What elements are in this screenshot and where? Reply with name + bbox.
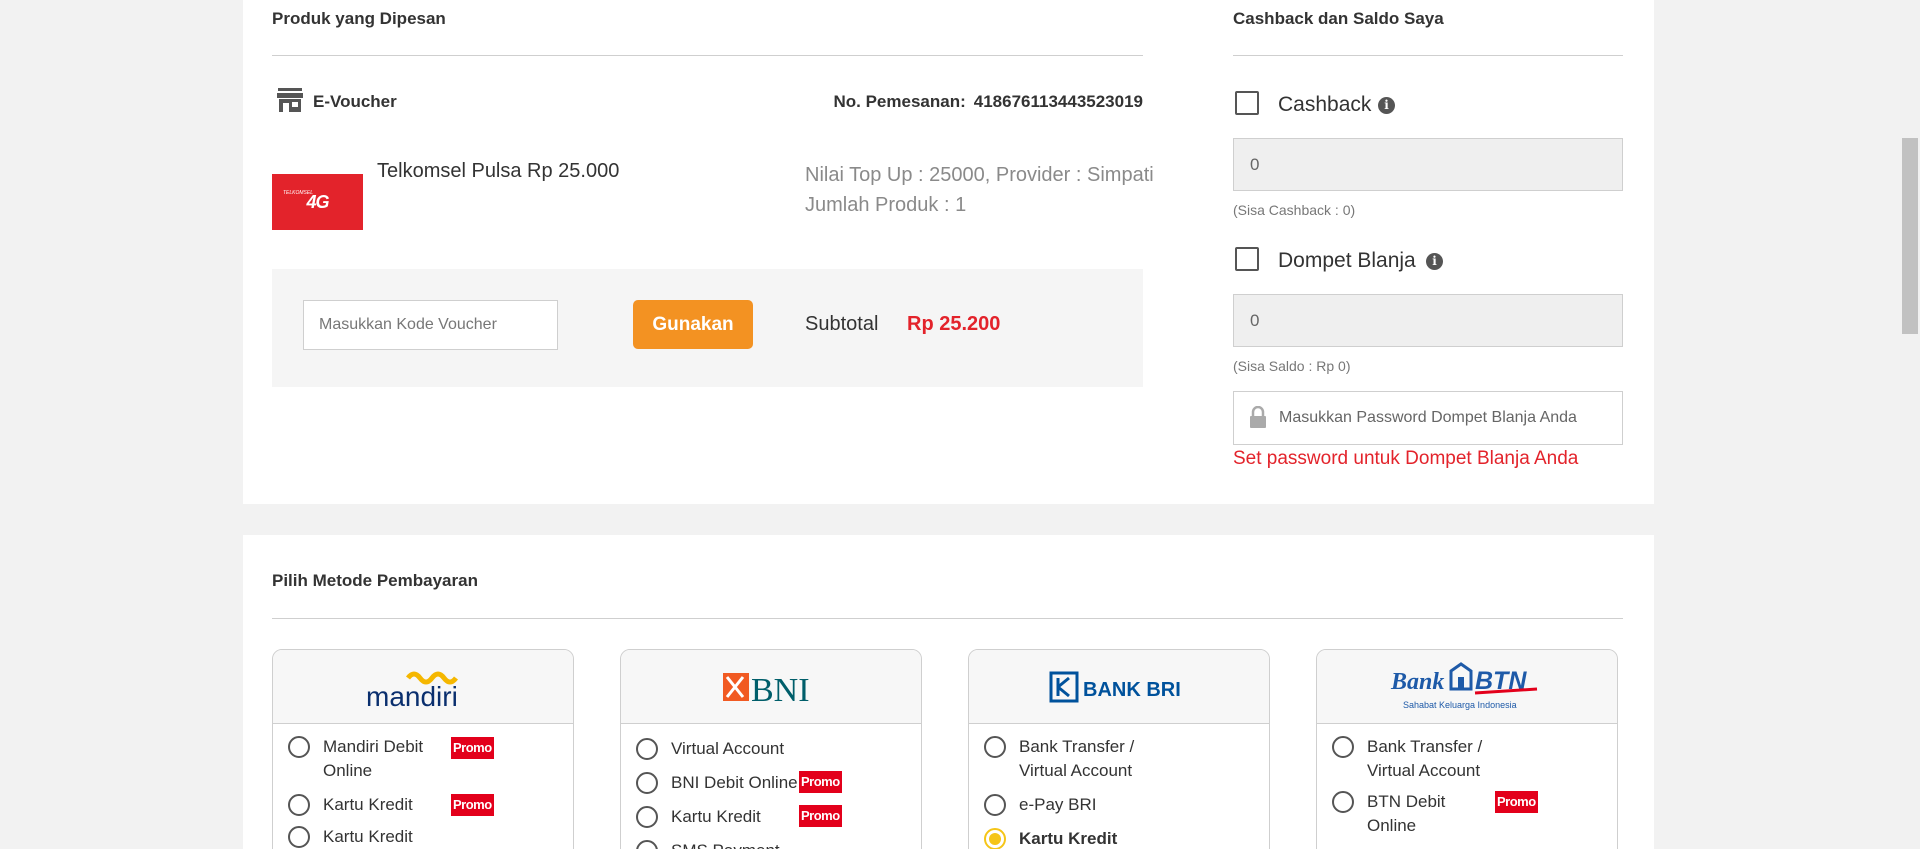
radio-button[interactable] [636, 806, 658, 828]
radio-button[interactable] [636, 738, 658, 760]
option-label-line2: Online [1367, 816, 1417, 835]
cashback-checkbox[interactable] [1235, 91, 1259, 115]
payment-option-btn-transfer[interactable]: Bank Transfer / Virtual Account [1332, 735, 1482, 783]
store-icon [277, 88, 303, 112]
option-label: SMS Payment [671, 839, 780, 849]
promo-badge: Promo [451, 794, 494, 816]
payment-option-bni-va[interactable]: Virtual Account [636, 737, 784, 761]
cashback-amount-input[interactable] [1233, 138, 1623, 191]
option-label-line2: Virtual Account [1367, 761, 1481, 780]
store-type-label: E-Voucher [313, 92, 397, 111]
product-meta-line2: Jumlah Produk : 1 [805, 194, 967, 216]
product-meta-line1: Nilai Top Up : 25000, Provider : Simpati [805, 164, 1154, 186]
option-label: Virtual Account [671, 739, 785, 758]
option-label: Bank Transfer / [1019, 737, 1135, 756]
radio-button[interactable] [984, 794, 1006, 816]
radio-button[interactable] [288, 794, 310, 816]
radio-button[interactable] [984, 736, 1006, 758]
product-image-brand-small: TELKOMSEL [283, 190, 314, 196]
radio-button[interactable] [288, 736, 310, 758]
wallet-hint: (Sisa Saldo : Rp 0) [1233, 358, 1351, 374]
payment-option-mandiri-credit-2[interactable]: Kartu Kredit [288, 825, 413, 849]
payment-option-bri-epay[interactable]: e-Pay BRI [984, 793, 1096, 817]
cashback-hint: (Sisa Cashback : 0) [1233, 202, 1356, 218]
promo-badge: Promo [1495, 791, 1538, 813]
payment-section-title: Pilih Metode Pembayaran [272, 571, 478, 590]
bank-card-mandiri: mandiri Mandiri Debit Online Promo Kartu … [272, 649, 574, 849]
option-label: BNI Debit Online [671, 773, 798, 792]
payment-option-mandiri-credit[interactable]: Kartu Kredit [288, 793, 413, 817]
order-divider [272, 55, 1143, 56]
option-label: Kartu Kredit [323, 795, 413, 814]
payment-option-bni-debit[interactable]: BNI Debit Online [636, 771, 798, 795]
order-section-title: Produk yang Dipesan [272, 9, 446, 28]
payment-option-btn-debit[interactable]: BTN Debit Online [1332, 790, 1445, 838]
wallet-label: Dompet Blanja [1278, 249, 1416, 272]
radio-button[interactable] [636, 840, 658, 849]
voucher-code-input[interactable] [303, 300, 558, 350]
balance-section-title: Cashback dan Saldo Saya [1233, 9, 1444, 28]
btn-tagline: Sahabat Keluarga Indonesia [1403, 700, 1517, 710]
payment-option-bri-credit[interactable]: Kartu Kredit [984, 827, 1117, 849]
bri-logo-icon: BANK BRI [1049, 671, 1181, 702]
payment-option-bni-sms[interactable]: SMS Payment [636, 839, 780, 849]
bni-logo-icon: BNI [723, 672, 810, 707]
promo-badge: Promo [451, 737, 494, 759]
option-label: Mandiri Debit [323, 737, 424, 756]
wallet-info-icon[interactable]: i [1426, 253, 1443, 270]
btn-logo-icon: Bank BTN Sahabat Keluarga Indonesia [1390, 661, 1538, 710]
option-label-line2: Virtual Account [1019, 761, 1133, 780]
cashback-label: Cashback [1278, 93, 1372, 116]
bank-card-bni: BNI Virtual Account BNI Debit Online Pro… [620, 649, 922, 849]
cashback-info-icon[interactable]: i [1378, 97, 1395, 114]
wallet-password-input[interactable] [1279, 392, 1619, 444]
option-label: Bank Transfer / [1367, 737, 1483, 756]
bri-wordmark: BANK BRI [1083, 679, 1181, 701]
option-label: Kartu Kredit [671, 807, 761, 826]
bank-logo-bni: BNI [621, 650, 921, 724]
radio-button[interactable] [288, 826, 310, 848]
bank-logo-btn: Bank BTN Sahabat Keluarga Indonesia [1317, 650, 1617, 724]
radio-button[interactable] [636, 772, 658, 794]
product-image: TELKOMSEL 4G [272, 174, 363, 230]
promo-badge: Promo [799, 805, 842, 827]
option-label-line2: Online [323, 761, 373, 780]
scrollbar-thumb[interactable] [1902, 138, 1918, 334]
order-number-label: No. Pemesanan: [833, 92, 966, 111]
radio-button-selected[interactable] [984, 828, 1006, 849]
bank-card-bri: BANK BRI Bank Transfer / Virtual Account … [968, 649, 1270, 849]
bank-logo-bri: BANK BRI [969, 650, 1269, 724]
lock-icon [1250, 406, 1266, 428]
option-label: Kartu Kredit [323, 827, 413, 846]
order-number: No. Pemesanan: 418676113443523019 [833, 92, 1143, 112]
option-label: e-Pay BRI [1019, 795, 1097, 814]
promo-badge: Promo [799, 771, 842, 793]
payment-divider [272, 618, 1623, 619]
apply-voucher-button[interactable]: Gunakan [633, 300, 753, 349]
subtotal-value: Rp 25.200 [907, 313, 1001, 335]
option-label: BTN Debit [1367, 792, 1446, 811]
balance-divider [1233, 55, 1623, 56]
bank-logo-mandiri: mandiri [273, 650, 573, 724]
radio-button[interactable] [1332, 791, 1354, 813]
product-meta: Nilai Top Up : 25000, Provider : Simpati… [805, 160, 1154, 220]
btn-wordmark-bank: Bank [1390, 669, 1444, 695]
radio-button[interactable] [1332, 736, 1354, 758]
set-wallet-password-link[interactable]: Set password untuk Dompet Blanja Anda [1233, 448, 1578, 470]
payment-option-bni-credit[interactable]: Kartu Kredit [636, 805, 761, 829]
mandiri-logo-icon: mandiri [366, 671, 458, 710]
order-number-value: 418676113443523019 [973, 92, 1143, 111]
payment-option-mandiri-debit[interactable]: Mandiri Debit Online [288, 735, 423, 783]
payment-option-bri-transfer[interactable]: Bank Transfer / Virtual Account [984, 735, 1134, 783]
bni-wordmark: BNI [751, 672, 810, 707]
subtotal-label: Subtotal [805, 313, 879, 335]
wallet-password-field [1233, 391, 1623, 445]
bank-card-btn: Bank BTN Sahabat Keluarga Indonesia Bank… [1316, 649, 1618, 849]
wallet-amount-input[interactable] [1233, 294, 1623, 347]
product-name: Telkomsel Pulsa Rp 25.000 [377, 160, 620, 182]
page-scrollbar[interactable] [1900, 0, 1920, 849]
wallet-checkbox[interactable] [1235, 247, 1259, 271]
option-label: Kartu Kredit [1019, 829, 1118, 848]
mandiri-wordmark: mandiri [366, 681, 458, 710]
